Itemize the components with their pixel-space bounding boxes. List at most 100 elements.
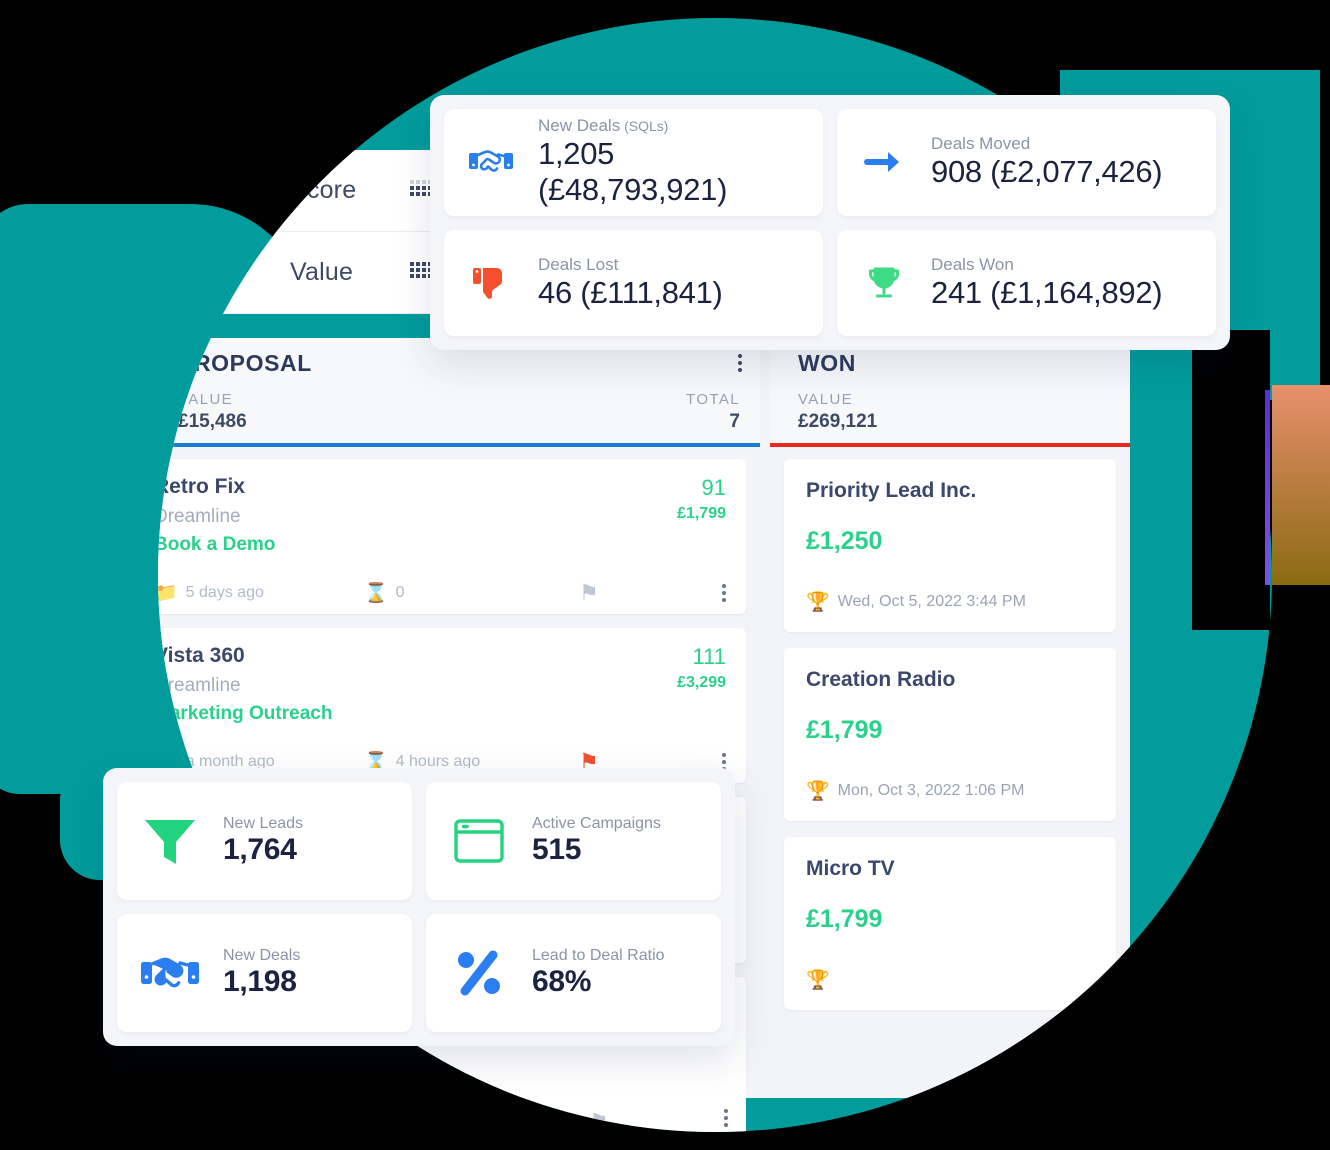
deal-name: Retro Fix: [158, 475, 246, 498]
trophy-icon: 🏆: [806, 781, 830, 802]
deal-score: 91: [701, 475, 726, 500]
kpi-text: New Leads 1,764: [223, 815, 303, 867]
kpi-text: Active Campaigns 515: [532, 815, 661, 867]
deal-tag: Marketing Outreach: [158, 703, 333, 724]
deal-score: 111: [692, 644, 726, 669]
column-total: 7: [729, 411, 740, 432]
kpi-label: Active Campaigns: [532, 815, 661, 832]
kpi-label: Deals Won: [931, 254, 1014, 274]
won-deal-amount: £1,799: [806, 905, 883, 933]
deal-card[interactable]: Vista 360 Dreamline Marketing Outreach 1…: [158, 628, 746, 783]
deal-hourglass-time: ⌛ 0: [364, 584, 579, 603]
deal-card[interactable]: Retro Fix Dreamline Book a Demo 91 £1,79…: [158, 459, 746, 614]
kpi-text: Deals Moved 908 (£2,077,426): [931, 134, 1163, 190]
column-title: WON: [798, 350, 857, 376]
kpi-value: 908 (£2,077,426): [931, 154, 1163, 190]
deal-company: Dreamline: [158, 506, 241, 527]
won-deal-date: 🏆: [806, 968, 1094, 992]
kpi-label: Lead to Deal Ratio: [532, 947, 665, 964]
kpi-value: 68%: [532, 965, 592, 998]
kpi-label: New Leads: [223, 815, 304, 832]
column-total-label: TOTAL: [686, 391, 740, 408]
kpi-value: 1,205 (£48,793,921): [538, 136, 728, 208]
kpi-text: New Deals (SQLs) 1,205 (£48,793,921): [538, 116, 805, 208]
won-deal-name: Micro TV: [806, 857, 895, 880]
won-deal-name: Priority Lead Inc.: [806, 479, 977, 502]
flag-icon: ⚑: [589, 1109, 609, 1132]
deal-menu-icon[interactable]: [724, 1109, 728, 1127]
kpi-label: New Deals (SQLs): [538, 116, 669, 136]
flag-icon: ⚑: [579, 580, 599, 605]
won-card[interactable]: Priority Lead Inc. £1,250 🏆 Wed, Oct 5, …: [784, 459, 1116, 632]
kpi-value: 1,764: [223, 833, 297, 866]
kpi-value: 46 (£111,841): [538, 274, 723, 310]
kpi-text: Lead to Deal Ratio 68%: [532, 947, 665, 999]
hourglass-icon: ⌛: [364, 582, 388, 604]
handshake-icon: [127, 950, 213, 996]
column-header: PROPOSAL VALUE £15,486 TOTAL 7: [158, 338, 760, 443]
won-deal-list: Priority Lead Inc. £1,250 🏆 Wed, Oct 5, …: [770, 447, 1130, 1038]
kpi-label: Deals Moved: [931, 134, 1031, 154]
kpi-panel-bottom: New Leads 1,764 Active Campaigns 515 New…: [103, 768, 735, 1046]
deal-folder-time-text: 5 days ago: [185, 584, 264, 601]
settings-panel: Score Value: [158, 150, 450, 314]
settings-row-label: Value: [290, 258, 354, 286]
funnel-icon: [127, 812, 213, 870]
won-deal-date: 🏆 Wed, Oct 5, 2022 3:44 PM: [806, 590, 1094, 614]
won-deal-amount: £1,250: [806, 527, 883, 555]
won-card[interactable]: Creation Radio £1,799 🏆 Mon, Oct 3, 2022…: [784, 648, 1116, 821]
kpi-card-new-deals-sqls[interactable]: New Deals (SQLs) 1,205 (£48,793,921): [444, 109, 823, 216]
trophy-icon: [855, 265, 913, 301]
deal-company: Dreamline: [158, 675, 241, 696]
deal-menu-icon[interactable]: [722, 584, 726, 602]
settings-row-value[interactable]: Value: [158, 232, 450, 314]
kpi-value: 1,198: [223, 965, 297, 998]
salmon-edge-decoration: [1272, 385, 1330, 585]
deal-amount: £1,799: [677, 505, 726, 522]
settings-row-score[interactable]: Score: [158, 150, 450, 232]
kpi-card-new-deals[interactable]: New Deals 1,198: [117, 914, 412, 1032]
won-card[interactable]: Micro TV £1,799 🏆: [784, 837, 1116, 1010]
thumbs-down-icon: [462, 265, 520, 301]
won-deal-date-text: Mon, Oct 3, 2022 1:06 PM: [837, 782, 1025, 799]
dots-grid-icon: [410, 261, 432, 284]
kpi-card-deals-won[interactable]: Deals Won 241 (£1,164,892): [837, 229, 1216, 336]
kpi-card-deals-lost[interactable]: Deals Lost 46 (£111,841): [444, 229, 823, 336]
kpi-label: New Deals: [223, 947, 301, 964]
won-deal-amount: £1,799: [806, 716, 883, 744]
column-header: WON VALUE £269,121: [770, 338, 1130, 443]
kpi-card-new-leads[interactable]: New Leads 1,764: [117, 782, 412, 900]
deal-flag[interactable]: ⚑: [579, 580, 722, 606]
deal-tag: Book a Demo: [158, 534, 276, 555]
won-deal-date: 🏆 Mon, Oct 3, 2022 1:06 PM: [806, 779, 1094, 803]
kpi-card-active-campaigns[interactable]: Active Campaigns 515: [426, 782, 721, 900]
deal-amount: £3,299: [677, 674, 726, 691]
kpi-value: 515: [532, 833, 582, 866]
arrow-right-icon: [855, 147, 913, 177]
dots-grid-icon: [410, 179, 432, 202]
kpi-card-lead-to-deal-ratio[interactable]: Lead to Deal Ratio 68%: [426, 914, 721, 1032]
trophy-icon: 🏆: [806, 592, 830, 613]
deal-hourglass-text: 0: [395, 584, 405, 601]
percent-icon: [436, 946, 522, 1000]
kpi-text: Deals Lost 46 (£111,841): [538, 255, 723, 311]
won-deal-name: Creation Radio: [806, 668, 956, 691]
kpi-value: 241 (£1,164,892): [931, 274, 1163, 310]
column-value-label: VALUE: [178, 391, 234, 408]
kpi-card-deals-moved[interactable]: Deals Moved 908 (£2,077,426): [837, 109, 1216, 216]
won-deal-date-text: Wed, Oct 5, 2022 3:44 PM: [837, 593, 1026, 610]
settings-row-label: Score: [290, 176, 357, 204]
column-title: PROPOSAL: [178, 350, 312, 376]
browser-window-icon: [436, 815, 522, 867]
column-value: £269,121: [798, 411, 878, 432]
column-menu-icon[interactable]: [738, 354, 742, 372]
kpi-text: Deals Won 241 (£1,164,892): [931, 254, 1163, 311]
kpi-label: Deals Lost: [538, 254, 619, 274]
trophy-icon: 🏆: [806, 970, 830, 991]
folder-icon: 📁: [158, 582, 178, 604]
kpi-text: New Deals 1,198: [223, 947, 300, 999]
deal-folder-time: 📁 5 days ago: [158, 584, 364, 603]
column-value-label: VALUE: [798, 391, 854, 408]
handshake-icon: [462, 145, 520, 179]
pipeline-column-won: WON VALUE £269,121 Priority Lead Inc. £1…: [770, 338, 1130, 1098]
